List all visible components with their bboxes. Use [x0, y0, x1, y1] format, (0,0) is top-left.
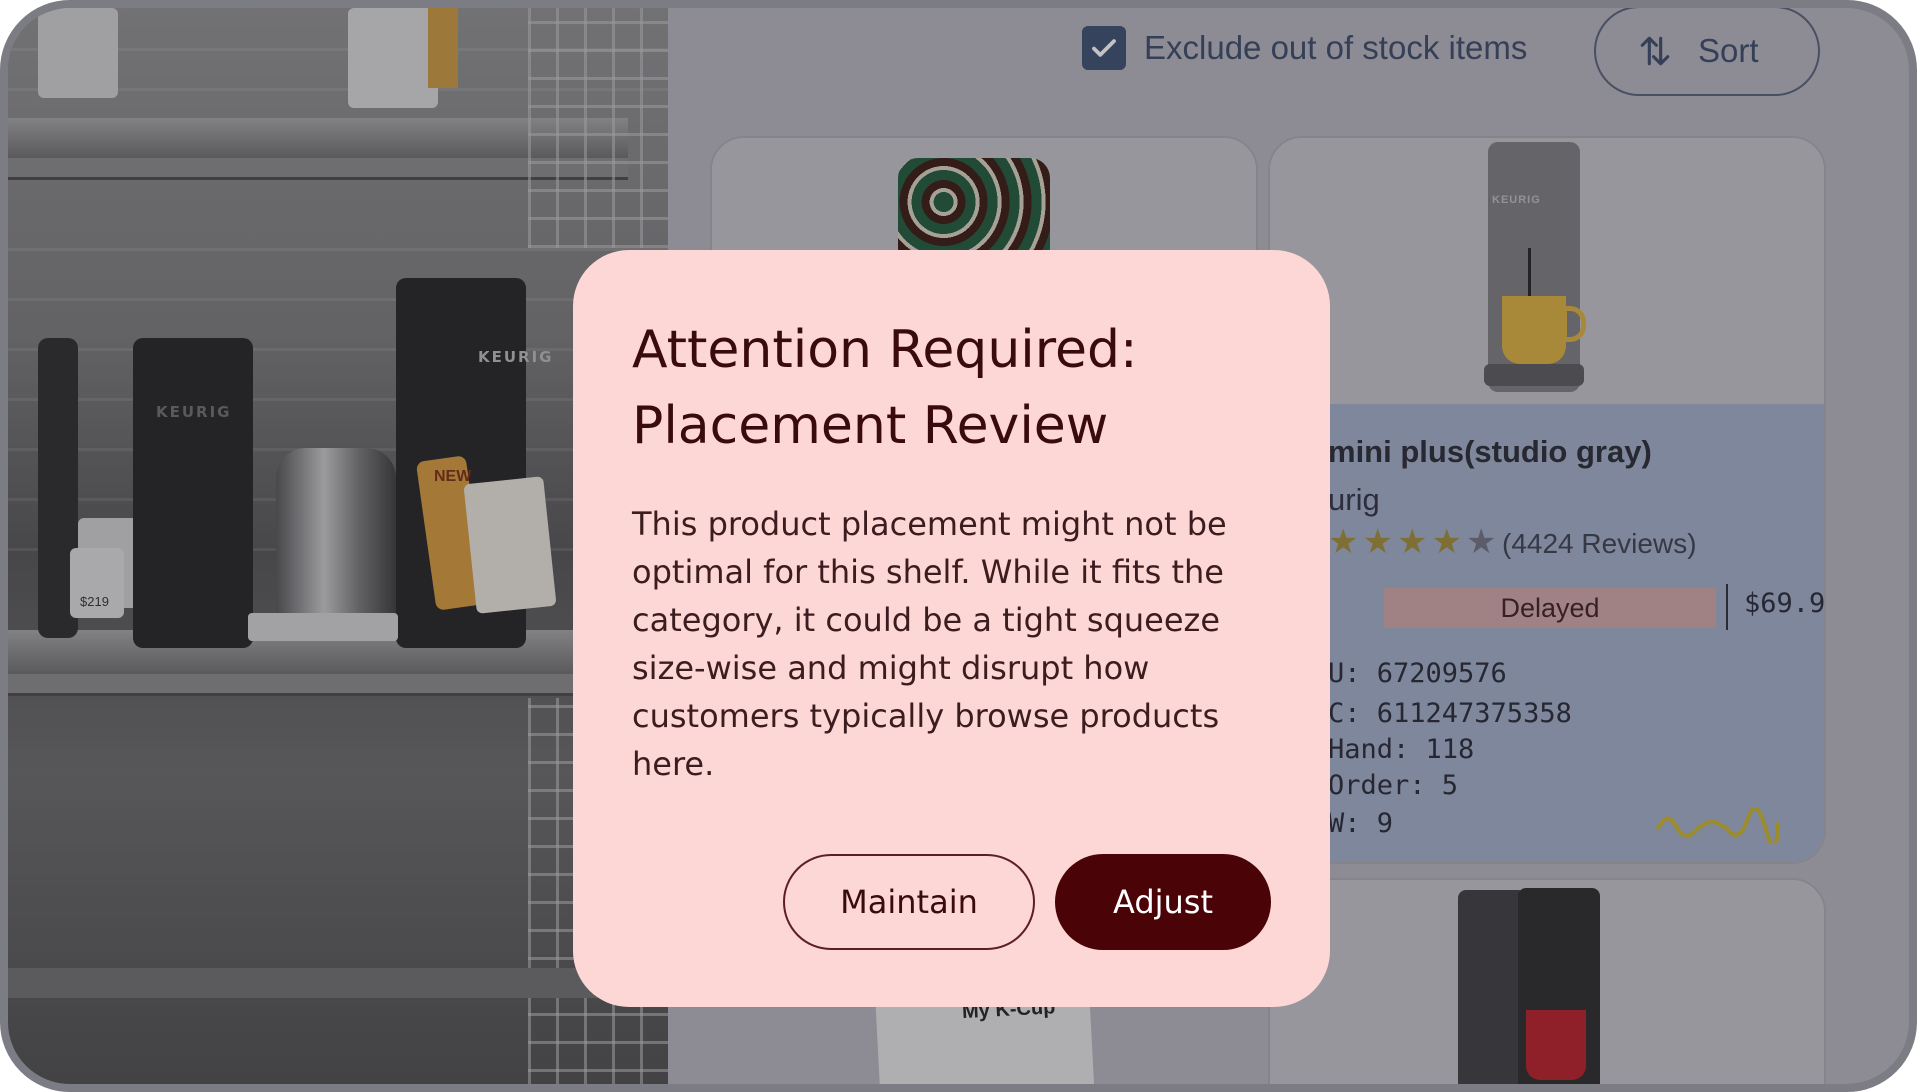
exclude-out-of-stock-checkbox[interactable] [1082, 26, 1126, 70]
review-count[interactable]: (4424 Reviews) [1502, 528, 1697, 560]
product-info-card [463, 476, 557, 614]
product-brand: urig [1328, 482, 1380, 517]
rating-stars: ★ ★ ★ ★ ★ [1328, 522, 1496, 562]
keurig-logo: KEURIG [156, 403, 232, 421]
star-empty-icon: ★ [1465, 523, 1497, 561]
star-icon: ★ [1396, 523, 1428, 561]
filter-bar: Exclude out of stock items Sort [668, 8, 1909, 98]
price-tag-text: $219 [80, 594, 109, 609]
star-icon: ★ [1431, 523, 1462, 561]
sort-button[interactable]: Sort [1594, 8, 1820, 96]
star-icon: ★ [1362, 523, 1393, 561]
device-frame: KEURIG KEURIG NEW $219 Exclude out of st… [0, 0, 1917, 1092]
shelf-camera-photo: KEURIG KEURIG NEW $219 [8, 8, 668, 1084]
kcup-filter-box: My K-Cup [875, 992, 1095, 1084]
keurig-logo-2: KEURIG [478, 348, 554, 366]
sort-icon [1640, 36, 1670, 66]
product-image: KEURIG [1270, 138, 1824, 404]
check-icon [1092, 39, 1116, 57]
spec-w: W: 9 [1328, 808, 1394, 839]
status-badge: Delayed [1384, 588, 1716, 628]
product-details: mini plus(studio gray) urig ★ ★ ★ ★ ★ (4… [1270, 404, 1826, 862]
trend-sparkline-icon [1656, 808, 1780, 844]
placement-review-dialog: Attention Required: Placement Review Thi… [573, 250, 1330, 1007]
product-card-k-mini[interactable]: KEURIG mini plus(studio gray) urig ★ ★ ★… [1268, 136, 1826, 864]
product-card[interactable] [1268, 878, 1826, 1084]
dialog-title: Attention Required: Placement Review [632, 320, 1138, 456]
product-name[interactable]: mini plus(studio gray) [1328, 434, 1652, 470]
price: $69.99 [1744, 588, 1826, 619]
adjust-button[interactable]: Adjust [1055, 854, 1271, 950]
maintain-button[interactable]: Maintain [783, 854, 1035, 950]
spec-on-order: Order: 5 [1328, 770, 1459, 801]
dialog-body: This product placement might not be opti… [632, 505, 1227, 783]
spec-upc: C: 611247375358 [1328, 698, 1572, 729]
new-sign-text: NEW [434, 468, 472, 485]
exclude-out-of-stock-label[interactable]: Exclude out of stock items [1144, 26, 1527, 70]
thermal-carafe [276, 448, 396, 638]
star-icon: ★ [1328, 523, 1359, 561]
spec-on-hand: Hand: 118 [1328, 734, 1475, 765]
spec-sku: U: 67209576 [1328, 658, 1507, 689]
sort-label: Sort [1698, 32, 1759, 69]
price-divider [1726, 584, 1728, 630]
coffee-maker-left [133, 338, 253, 648]
